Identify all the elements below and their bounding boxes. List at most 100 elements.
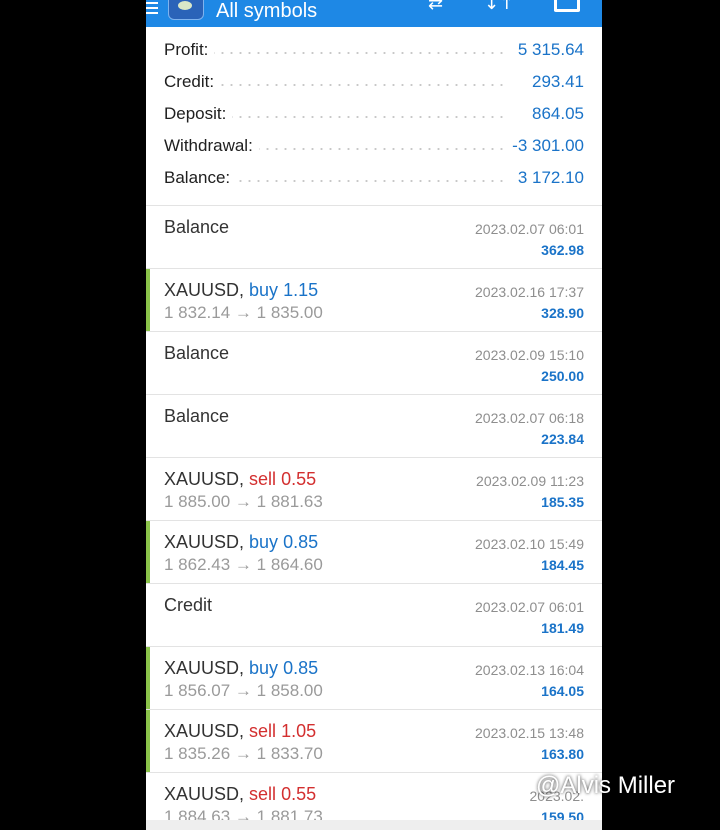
deal-title: Balance	[164, 405, 229, 427]
deal-symbol: XAUUSD,	[164, 532, 245, 552]
deal-time: 2023.02.10 15:49	[475, 536, 584, 552]
deal-time: 2023.02.15 13:48	[475, 725, 584, 741]
deal-volume: 0.85	[283, 532, 319, 552]
deal-prices: 1 835.26 → 1 833.70	[164, 743, 323, 765]
save-icon[interactable]	[554, 0, 580, 12]
deal-title: XAUUSD, buy 0.85	[164, 531, 318, 553]
deal-symbol: XAUUSD,	[164, 658, 245, 678]
close-price: 1 864.60	[256, 555, 323, 574]
deal-title: Credit	[164, 594, 212, 616]
deal-symbol: XAUUSD,	[164, 280, 245, 300]
arrow-icon: →	[234, 555, 252, 574]
deal-profit: 163.80	[541, 746, 584, 762]
summary-value: 3 172.10	[511, 167, 584, 189]
close-price: 1 858.00	[256, 681, 323, 700]
balance-row[interactable]: Balance 2023.02.09 15:10 250.00	[146, 332, 602, 395]
trade-row[interactable]: XAUUSD, buy 1.15 1 832.14 → 1 835.00 2023.…	[146, 269, 602, 332]
deal-time: 2023.02.07 06:01	[475, 221, 584, 237]
summary-label: Profit:	[164, 39, 215, 61]
deal-prices: 1 832.14 → 1 835.00	[164, 302, 323, 324]
deal-time: 2023.02.13 16:04	[475, 662, 584, 678]
deal-volume: 0.85	[283, 658, 319, 678]
deal-side: buy	[249, 532, 279, 552]
sort-icon[interactable]: ↓↑	[484, 0, 514, 14]
open-price: 1 832.14	[164, 303, 231, 322]
deal-volume: 1.05	[281, 721, 317, 741]
deal-title: XAUUSD, buy 1.15	[164, 279, 318, 301]
deal-time: 2023.02.09 11:23	[476, 473, 584, 489]
deal-profit: 223.84	[541, 431, 584, 447]
balance-row[interactable]: Balance 2023.02.07 06:18 223.84	[146, 395, 602, 458]
deal-symbol: Credit	[164, 595, 213, 615]
deal-time: 2023.02.09 15:10	[475, 347, 584, 363]
summary-value: 864.05	[526, 103, 584, 125]
deal-profit: 185.35	[541, 494, 584, 510]
deal-prices: 1 856.07 → 1 858.00	[164, 680, 323, 702]
currency-icon[interactable]: ⇄	[428, 0, 443, 14]
deal-symbol: XAUUSD,	[164, 784, 245, 804]
summary-label: Deposit:	[164, 103, 233, 125]
deal-symbol: Balance	[164, 343, 230, 363]
deal-side: sell	[249, 721, 277, 741]
trade-row[interactable]: XAUUSD, buy 0.85 1 856.07 → 1 858.00 2023.…	[146, 647, 602, 710]
close-price: 1 881.63	[256, 492, 323, 511]
open-price: 1 835.26	[164, 744, 231, 763]
trade-row[interactable]: XAUUSD, sell 1.05 1 835.26 → 1 833.70 2023…	[146, 710, 602, 773]
deal-title: XAUUSD, sell 1.05	[164, 720, 316, 742]
summary-value: -3 301.00	[506, 135, 584, 157]
close-price: 1 833.70	[256, 744, 323, 763]
deal-profit: 164.05	[541, 683, 584, 699]
summary-row: Withdrawal: -3 301.00	[146, 123, 602, 157]
deal-profit: 184.45	[541, 557, 584, 573]
summary-label: Balance:	[164, 167, 237, 189]
summary-row: Profit: 5 315.64	[146, 27, 602, 61]
deal-profit: 362.98	[541, 242, 584, 258]
deal-volume: 0.55	[281, 784, 317, 804]
arrow-icon: →	[234, 303, 252, 322]
deal-time: 2023.02.07 06:18	[475, 410, 584, 426]
deal-time: 2023.02.07 06:01	[475, 599, 584, 615]
deal-side: sell	[249, 784, 277, 804]
arrow-icon: →	[234, 744, 252, 763]
deal-volume: 0.55	[281, 469, 317, 489]
open-price: 1 885.00	[164, 492, 231, 511]
page-title: All symbols	[216, 0, 318, 22]
bottom-strip	[146, 820, 602, 830]
summary-value: 293.41	[526, 71, 584, 93]
summary-row: Credit: 293.41	[146, 59, 602, 93]
deal-title: Balance	[164, 342, 229, 364]
deal-title: Balance	[164, 216, 229, 238]
balance-row[interactable]: Credit 2023.02.07 06:01 181.49	[146, 584, 602, 647]
trade-row[interactable]: XAUUSD, sell 0.55 1 885.00 → 1 881.63 2023…	[146, 458, 602, 521]
arrow-icon: →	[234, 492, 252, 511]
deal-symbol: XAUUSD,	[164, 721, 245, 741]
deals-list: Balance 2023.02.07 06:01 362.98 XAUUSD, buy…	[146, 206, 602, 830]
dotted-leader	[164, 52, 504, 54]
deal-symbol: Balance	[164, 406, 230, 426]
menu-icon[interactable]	[146, 2, 158, 16]
app-screen: All symbols ⇄ ↓↑ Profit: 5 315.64 Credit: 2…	[146, 0, 602, 830]
arrow-icon: →	[234, 681, 252, 700]
deal-volume: 1.15	[283, 280, 319, 300]
deal-title: XAUUSD, sell 0.55	[164, 783, 316, 805]
top-bar: All symbols ⇄ ↓↑	[146, 0, 602, 27]
open-price: 1 862.43	[164, 555, 231, 574]
summary-label: Credit:	[164, 71, 221, 93]
deal-side: sell	[249, 469, 277, 489]
deal-side: buy	[249, 280, 279, 300]
summary-value: 5 315.64	[511, 39, 584, 61]
deal-time: 2023.02.16 17:37	[475, 284, 584, 300]
trade-row[interactable]: XAUUSD, buy 0.85 1 862.43 → 1 864.60 2023.…	[146, 521, 602, 584]
open-price: 1 856.07	[164, 681, 231, 700]
deal-prices: 1 885.00 → 1 881.63	[164, 491, 323, 513]
watermark: @Alvis Miller	[536, 772, 676, 799]
close-price: 1 835.00	[256, 303, 323, 322]
deal-side: buy	[249, 658, 279, 678]
deal-profit: 328.90	[541, 305, 584, 321]
summary-row: Balance: 3 172.10	[146, 155, 602, 189]
deal-symbol: XAUUSD,	[164, 469, 245, 489]
account-summary: Profit: 5 315.64 Credit: 293.41 Deposit: 864.…	[146, 27, 602, 206]
deal-symbol: Balance	[164, 217, 230, 237]
app-logo	[168, 0, 204, 20]
balance-row[interactable]: Balance 2023.02.07 06:01 362.98	[146, 206, 602, 269]
